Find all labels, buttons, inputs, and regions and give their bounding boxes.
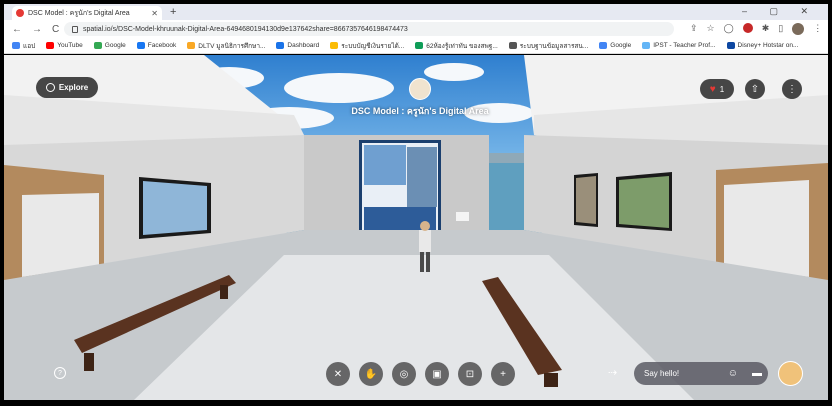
bookmark-label: 62ห้องรู้เท่าทัน ของสพฐ... [426,42,498,50]
space-owner-avatar[interactable] [409,78,431,100]
extension-red-icon[interactable] [742,23,753,33]
extensions-puzzle-icon[interactable]: ✱ [762,23,770,35]
bookmark-label: Facebook [147,42,177,49]
bookmark-item[interactable]: Disney+ Hotstar on... [726,42,799,49]
reload-icon[interactable]: C [52,24,59,35]
spatial-favicon-icon [16,9,24,17]
profile-avatar[interactable] [792,23,805,35]
bookmark-label: Google [610,42,632,49]
app-window: DSC Model : ครูนัก's Digital Area ✕ + – … [0,0,832,406]
screen-share-icon[interactable]: ⊡ [458,362,482,386]
bookmark-item[interactable]: YouTube [46,42,83,49]
close-tab-icon[interactable]: ✕ [151,9,158,18]
chat-input[interactable]: Say hello! ☺ ▬ [634,362,768,385]
window-controls[interactable]: – ▢ ✕ [742,6,818,17]
address-toolbar: ← → C spatial.io/s/DSC-Model-khruunak-Di… [4,20,828,38]
emoji-icon[interactable]: ☺ [728,368,738,379]
bookmark-favicon-icon [46,42,55,49]
bookmark-favicon-icon [330,42,339,49]
bookmark-item[interactable]: Facebook [136,42,177,49]
bookmark-item[interactable]: แอป [12,41,35,51]
url-field[interactable]: spatial.io/s/DSC-Model-khruunak-Digital-… [64,22,674,36]
bookmark-favicon-icon [187,42,196,49]
help-icon[interactable]: ? [54,367,66,379]
bookmark-favicon-icon [276,42,285,49]
share-page-icon[interactable]: ⇪ [690,23,698,35]
mute-mic-icon[interactable]: ✕ [326,362,350,386]
bookmark-favicon-icon [93,42,102,49]
tab-strip: DSC Model : ครูนัก's Digital Area ✕ + – … [4,4,828,20]
back-icon[interactable]: ← [12,24,22,35]
browser-menu-icon[interactable]: ⋮ [813,23,822,35]
bookmark-label: แอป [23,42,36,50]
forward-icon[interactable]: → [32,24,42,35]
bookmark-label: YouTube [57,42,83,49]
tab-title: DSC Model : ครูนัก's Digital Area [28,9,130,17]
bookmark-label: ระบบฐานข้อมูลสารสน... [519,42,589,50]
bookmark-label: DLTV มูลนิธิการศึกษา... [198,42,266,50]
user-avatar[interactable] [778,361,803,386]
bookmark-label: ระบบบัญชีเงินรายได้... [341,42,405,50]
share-button[interactable]: ⇧ [745,79,765,99]
lock-icon [72,25,78,33]
bookmark-favicon-icon [136,42,145,49]
browser-tab[interactable]: DSC Model : ครูนัก's Digital Area ✕ [12,6,162,20]
emote-icon[interactable]: ⇢ [608,366,617,379]
bookmark-item[interactable]: IPST - Teacher Prof... [642,42,716,49]
like-count: 1 [719,84,725,94]
bookmark-item[interactable]: ระบบฐานข้อมูลสารสน... [508,41,589,51]
add-icon[interactable]: + [491,362,515,386]
bookmark-item[interactable]: ระบบบัญชีเงินรายได้... [330,41,404,51]
side-panel-icon[interactable]: ▯ [778,23,783,35]
bookmark-favicon-icon [12,42,20,49]
bookmark-item[interactable]: Google [93,42,126,49]
hand-gesture-icon[interactable]: ✋ [359,362,383,386]
space-title: DSC Model : ครูนัก's Digital Area [351,106,489,116]
new-tab-button[interactable]: + [170,6,176,18]
bookmark-favicon-icon [726,42,735,49]
bookmarks-bar: แอป YouTube Google Facebook DLTV มูลนิธิการศ… [4,38,828,54]
url-text: spatial.io/s/DSC-Model-khruunak-Digital-… [83,25,408,33]
bookmark-favicon-icon [415,42,424,49]
bookmark-item[interactable]: DLTV มูลนิธิการศึกษา... [187,41,265,51]
bookmark-star-icon[interactable]: ☆ [707,23,715,35]
bookmark-favicon-icon [599,42,608,49]
camera-icon[interactable]: ◎ [392,362,416,386]
explore-button[interactable]: Explore [36,77,98,98]
bookmark-label: Disney+ Hotstar on... [737,42,799,49]
messages-icon[interactable]: ▬ [752,368,762,379]
like-button[interactable]: ♥ 1 [700,79,734,99]
bookmark-favicon-icon [508,42,517,49]
compass-icon [45,83,55,92]
bookmark-label: Dashboard [287,42,320,49]
clipboard-icon[interactable]: ▣ [425,362,449,386]
bookmark-favicon-icon [642,42,651,49]
bookmark-item[interactable]: Dashboard [276,42,319,49]
bookmark-item[interactable]: 62ห้องรู้เท่าทัน ของสพฐ... [415,41,498,51]
extension-icon[interactable]: ◯ [724,23,734,35]
explore-label: Explore [58,83,89,92]
heart-icon: ♥ [709,83,716,95]
bookmark-item[interactable]: Google [599,42,631,49]
bottom-toolbar: ✕ ✋ ◎ ▣ ⊡ + [326,362,515,386]
bookmark-label: Google [104,42,126,49]
more-options-icon[interactable]: ⋮ [782,79,802,99]
bookmark-label: IPST - Teacher Prof... [653,42,716,49]
chat-placeholder: Say hello! [644,369,680,378]
